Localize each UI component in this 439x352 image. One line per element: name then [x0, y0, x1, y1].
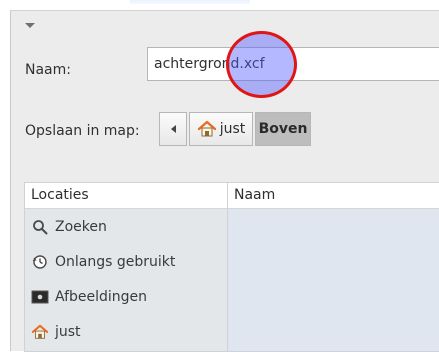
path-scroll-left-button[interactable]: [159, 112, 187, 146]
places-header[interactable]: Locaties: [25, 183, 229, 209]
recent-icon: [31, 253, 49, 271]
file-list[interactable]: Naam: [227, 182, 439, 352]
name-label: Naam:: [25, 62, 71, 78]
places-item-search[interactable]: Zoeken: [25, 209, 229, 244]
chevron-left-icon: [170, 125, 176, 133]
path-home-label: just: [219, 121, 246, 137]
places-item-label: Zoeken: [55, 218, 107, 235]
places-item-label: just: [55, 323, 81, 340]
places-sidebar: Locaties Zoeken Onlangs gebruikt Afbeeld…: [24, 182, 230, 352]
window-edge-highlight: [130, 0, 250, 4]
places-item-label: Afbeeldingen: [55, 288, 148, 305]
places-item-home[interactable]: just: [25, 314, 229, 349]
expander-arrow-icon[interactable]: [25, 23, 35, 28]
path-bar: just Boven: [159, 112, 313, 146]
places-item-label: Onlangs gebruikt: [55, 253, 176, 270]
places-item-recent[interactable]: Onlangs gebruikt: [25, 244, 229, 279]
home-icon: [197, 120, 216, 137]
home-icon: [31, 323, 49, 341]
filename-input[interactable]: [147, 47, 439, 81]
places-item-pictures[interactable]: Afbeeldingen: [25, 279, 229, 314]
path-home-button[interactable]: just: [189, 112, 253, 146]
save-in-folder-label: Opslaan in map:: [25, 123, 140, 139]
pictures-icon: [31, 288, 49, 306]
dialog-top-bar: [11, 11, 439, 41]
path-current-label: Boven: [258, 121, 308, 137]
path-current-button[interactable]: Boven: [255, 112, 311, 146]
search-icon: [31, 218, 49, 236]
file-list-name-column-header[interactable]: Naam: [228, 183, 439, 209]
